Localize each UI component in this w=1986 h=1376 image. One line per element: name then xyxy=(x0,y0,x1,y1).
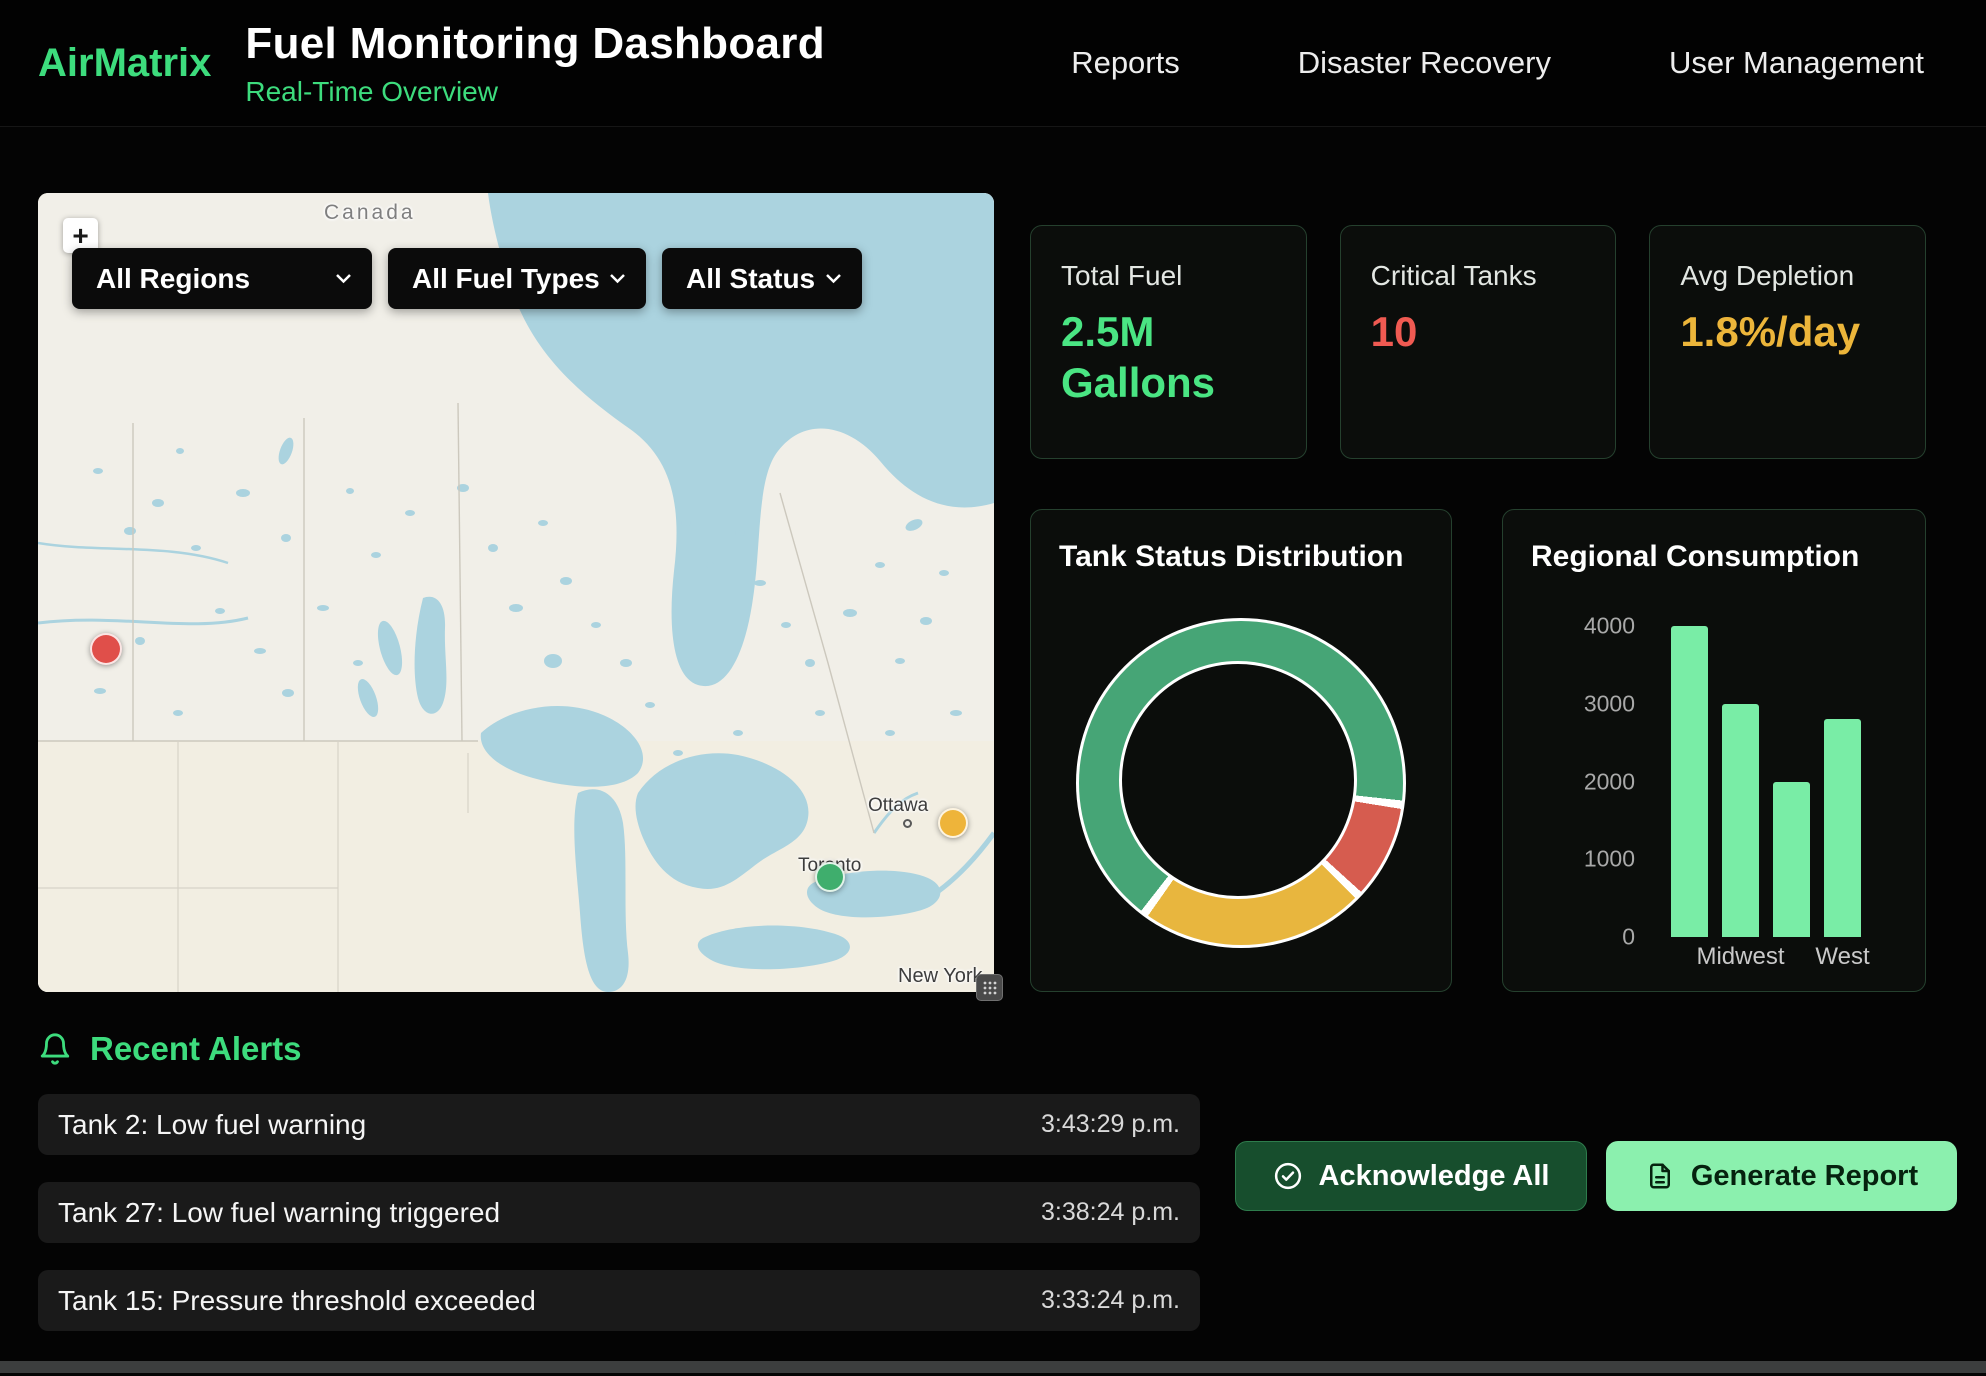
tank-status-panel: Tank Status Distribution xyxy=(1030,509,1452,992)
stat-label: Total Fuel xyxy=(1061,260,1276,292)
status-filter[interactable]: All Status xyxy=(662,248,862,309)
bar-x-label: West xyxy=(1815,943,1869,971)
bar-x-label: Midwest xyxy=(1696,943,1784,971)
alerts-header: Recent Alerts xyxy=(38,1030,1986,1068)
alert-message: Tank 2: Low fuel warning xyxy=(58,1109,366,1141)
alert-row[interactable]: Tank 27: Low fuel warning triggered 3:38… xyxy=(38,1182,1200,1243)
chevron-down-icon xyxy=(609,273,626,284)
stat-value: 2.5M Gallons xyxy=(1061,306,1266,408)
regions-filter[interactable]: All Regions xyxy=(72,248,372,309)
stats-row: Total Fuel 2.5M Gallons Critical Tanks 1… xyxy=(1030,225,1926,459)
stat-value: 10 xyxy=(1371,306,1576,357)
bar-chart-title: Regional Consumption xyxy=(1531,540,1897,574)
fuel-types-filter[interactable]: All Fuel Types xyxy=(388,248,646,309)
stat-card-critical-tanks: Critical Tanks 10 xyxy=(1340,225,1617,459)
bar: West xyxy=(1824,626,1861,937)
fuel-types-filter-value: All Fuel Types xyxy=(412,263,600,295)
map-label-canada: Canada xyxy=(324,201,416,225)
page-subtitle: Real-Time Overview xyxy=(245,76,824,108)
right-column: Total Fuel 2.5M Gallons Critical Tanks 1… xyxy=(1030,193,1926,992)
fuel-monitoring-dashboard: AirMatrix Fuel Monitoring Dashboard Real… xyxy=(0,0,1986,1376)
bar-chart-y-axis: 01000200030004000 xyxy=(1535,626,1653,937)
alert-message: Tank 27: Low fuel warning triggered xyxy=(58,1197,500,1229)
acknowledge-all-label: Acknowledge All xyxy=(1319,1160,1550,1193)
page-title: Fuel Monitoring Dashboard xyxy=(245,19,824,69)
app-header: AirMatrix Fuel Monitoring Dashboard Real… xyxy=(0,0,1986,127)
stat-card-avg-depletion: Avg Depletion 1.8%/day xyxy=(1649,225,1926,459)
bar-chart-plot: Midwest West xyxy=(1671,626,1861,937)
tank-marker-warning[interactable] xyxy=(938,808,968,838)
map[interactable]: Canada Ottawa Toronto New York + All Reg… xyxy=(38,193,994,992)
map-filters: All Regions All Fuel Types All Status xyxy=(72,248,862,309)
nav-disaster-recovery[interactable]: Disaster Recovery xyxy=(1298,45,1551,81)
alerts-title: Recent Alerts xyxy=(90,1030,302,1068)
chevron-down-icon xyxy=(335,273,352,284)
nav-user-management[interactable]: User Management xyxy=(1669,45,1924,81)
recent-alerts-section: Recent Alerts Tank 2: Low fuel warning 3… xyxy=(0,992,1986,1331)
alert-row[interactable]: Tank 2: Low fuel warning 3:43:29 p.m. xyxy=(38,1094,1200,1155)
alert-message: Tank 15: Pressure threshold exceeded xyxy=(58,1285,536,1317)
map-label-new-york: New York xyxy=(898,965,983,988)
alert-time: 3:43:29 p.m. xyxy=(1041,1110,1180,1139)
check-circle-icon xyxy=(1273,1161,1303,1191)
bar xyxy=(1773,626,1810,937)
alert-time: 3:33:24 p.m. xyxy=(1041,1286,1180,1315)
main-nav: Reports Disaster Recovery User Managemen… xyxy=(1071,45,1924,81)
alert-row[interactable]: Tank 15: Pressure threshold exceeded 3:3… xyxy=(38,1270,1200,1331)
acknowledge-all-button[interactable]: Acknowledge All xyxy=(1235,1141,1587,1211)
bar xyxy=(1671,626,1708,937)
donut-hole xyxy=(1119,661,1357,899)
alert-list: Tank 2: Low fuel warning 3:43:29 p.m. Ta… xyxy=(38,1094,1200,1331)
regions-filter-value: All Regions xyxy=(96,263,250,295)
horizontal-scrollbar[interactable] xyxy=(0,1361,1986,1373)
status-filter-value: All Status xyxy=(686,263,815,295)
bell-icon xyxy=(38,1032,72,1066)
stat-label: Critical Tanks xyxy=(1371,260,1586,292)
tank-marker-critical[interactable] xyxy=(90,633,122,665)
chevron-down-icon xyxy=(825,273,842,284)
tank-marker-normal[interactable] xyxy=(815,862,845,892)
alert-actions: Acknowledge All Generate Report xyxy=(1235,1141,1957,1211)
regional-consumption-panel: Regional Consumption 01000200030004000 M… xyxy=(1502,509,1926,992)
stat-card-total-fuel: Total Fuel 2.5M Gallons xyxy=(1030,225,1307,459)
ottawa-city-dot xyxy=(903,819,912,828)
tank-status-donut xyxy=(1076,618,1406,948)
charts-row: Tank Status Distribution Regional Consum… xyxy=(1030,509,1926,992)
document-icon xyxy=(1645,1161,1675,1191)
donut-chart-title: Tank Status Distribution xyxy=(1059,540,1423,574)
stat-label: Avg Depletion xyxy=(1680,260,1895,292)
map-label-ottawa: Ottawa xyxy=(868,795,928,817)
generate-report-button[interactable]: Generate Report xyxy=(1606,1141,1957,1211)
title-block: Fuel Monitoring Dashboard Real-Time Over… xyxy=(245,19,824,108)
alert-time: 3:38:24 p.m. xyxy=(1041,1198,1180,1227)
nav-reports[interactable]: Reports xyxy=(1071,45,1180,81)
regional-consumption-chart: 01000200030004000 Midwest West xyxy=(1531,626,1897,937)
bar: Midwest xyxy=(1722,626,1759,937)
stat-value: 1.8%/day xyxy=(1680,306,1885,357)
generate-report-label: Generate Report xyxy=(1691,1160,1918,1193)
map-container: Canada Ottawa Toronto New York + All Reg… xyxy=(38,193,994,992)
brand-logo: AirMatrix xyxy=(38,41,211,86)
main-content: Canada Ottawa Toronto New York + All Reg… xyxy=(0,127,1986,992)
